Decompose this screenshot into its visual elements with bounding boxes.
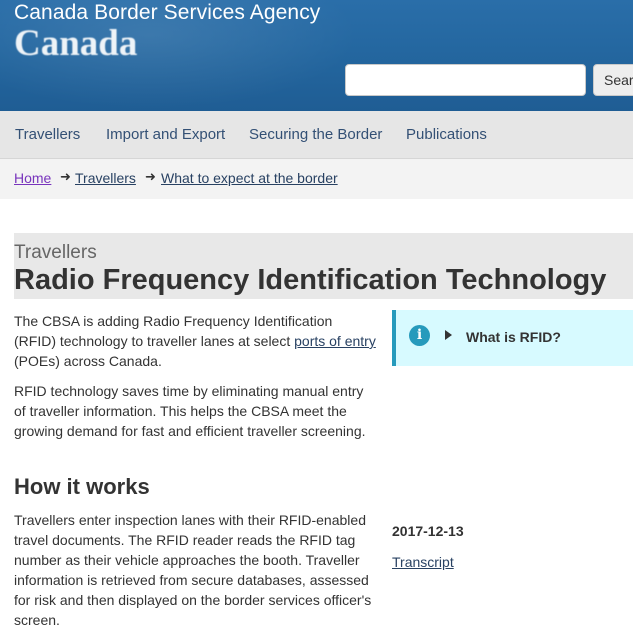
- intro-text-after-link: (POEs) across Canada.: [14, 353, 162, 369]
- breadcrumb-home[interactable]: Home: [14, 170, 51, 186]
- site-header: Canada Border Services Agency Canada Sea…: [0, 0, 633, 111]
- search-button[interactable]: Search: [593, 64, 633, 96]
- breadcrumb-what-to-expect[interactable]: What to expect at the border: [161, 170, 338, 186]
- intro-paragraph: The CBSA is adding Radio Frequency Ident…: [14, 311, 376, 371]
- menu-item-import-and-export[interactable]: Import and Export: [106, 126, 225, 143]
- menu-item-securing-the-border[interactable]: Securing the Border: [249, 126, 382, 143]
- intro-text-before-link: The CBSA is adding Radio Frequency Ident…: [14, 313, 333, 349]
- menu-item-travellers[interactable]: Travellers: [15, 126, 80, 143]
- breadcrumb-arrow-icon: ➜: [60, 169, 71, 184]
- rfid-benefits-paragraph: RFID technology saves time by eliminatin…: [14, 383, 366, 439]
- search-input[interactable]: [345, 64, 586, 96]
- what-is-rfid-details[interactable]: i What is RFID?: [392, 310, 633, 366]
- breadcrumb-what-to-expect-link[interactable]: What to expect at the border: [161, 170, 338, 186]
- ports-of-entry-link[interactable]: ports of entry: [294, 333, 376, 349]
- canada-wordmark: Canada: [14, 23, 138, 64]
- breadcrumb-arrow-icon: ➜: [145, 169, 156, 184]
- video-date: 2017-12-13: [392, 523, 464, 539]
- main-menu: Travellers Import and Export Securing th…: [0, 111, 633, 159]
- title-band: Travellers Radio Frequency Identificatio…: [14, 233, 633, 299]
- section-kicker: Travellers: [14, 242, 97, 263]
- agency-name[interactable]: Canada Border Services Agency: [14, 1, 320, 25]
- menu-item-publications[interactable]: Publications: [406, 126, 487, 143]
- expand-arrow-icon[interactable]: [445, 330, 452, 340]
- what-is-rfid-summary[interactable]: What is RFID?: [466, 329, 561, 345]
- info-icon: i: [409, 325, 430, 346]
- breadcrumb-home-link[interactable]: Home: [14, 170, 51, 186]
- page-title: Radio Frequency Identification Technolog…: [14, 264, 607, 296]
- how-it-works-paragraph: Travellers enter inspection lanes with t…: [14, 512, 372, 628]
- breadcrumb-travellers[interactable]: Travellers: [75, 170, 136, 186]
- breadcrumb: Home ➜ Travellers ➜ What to expect at th…: [0, 159, 633, 199]
- transcript-link[interactable]: Transcript: [392, 554, 454, 570]
- breadcrumb-travellers-link[interactable]: Travellers: [75, 170, 136, 186]
- how-it-works-heading: How it works: [14, 474, 150, 499]
